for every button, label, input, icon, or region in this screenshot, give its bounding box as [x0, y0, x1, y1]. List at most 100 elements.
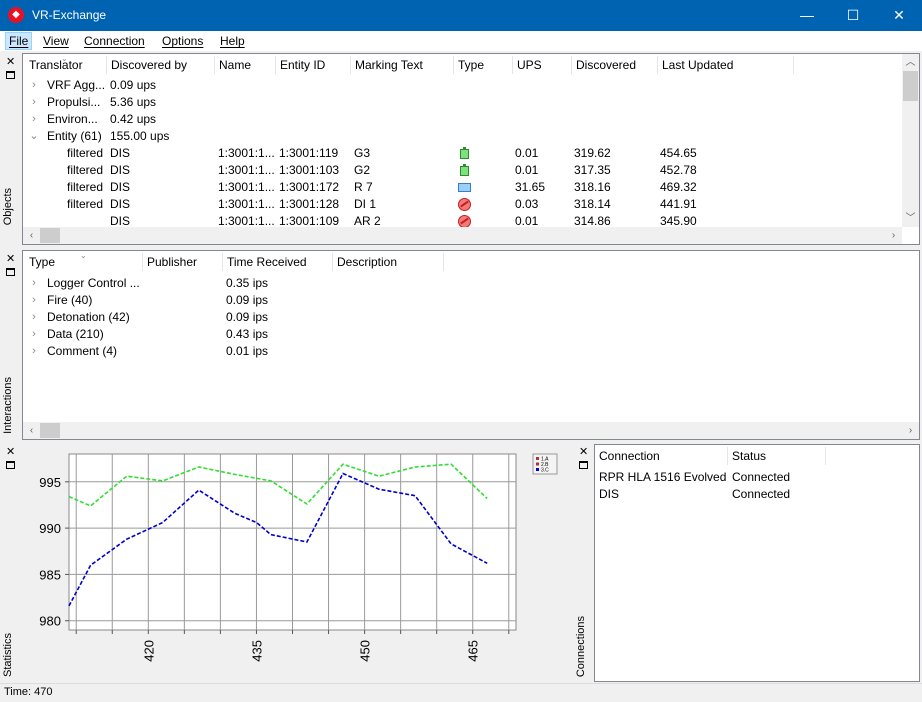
col-last-updated[interactable]: Last Updated [658, 54, 733, 76]
pin-connections-panel-icon[interactable] [579, 461, 588, 469]
menu-view[interactable]: View [43, 34, 69, 48]
row-entity-id: 1:3001:128 [279, 197, 340, 211]
column-divider[interactable] [825, 447, 826, 465]
col-marking-text[interactable]: Marking Text [351, 54, 423, 76]
chevron-right-icon[interactable]: › [29, 326, 39, 343]
close-statistics-panel-icon[interactable]: ✕ [6, 445, 15, 458]
group-label: Environ... [47, 112, 98, 126]
sort-indicator-icon: ⌄ [80, 251, 87, 260]
scroll-left-icon[interactable]: ‹ [23, 422, 40, 439]
column-divider[interactable] [443, 253, 444, 271]
chevron-right-icon[interactable]: › [29, 275, 39, 292]
row-ups: 0.01 [515, 163, 539, 177]
row-translator: filtered [67, 197, 104, 211]
scroll-left-icon[interactable]: ‹ [23, 227, 40, 244]
chart-legend-swatch [536, 457, 539, 460]
scroll-right-icon[interactable]: › [902, 422, 919, 439]
row-name: 1:3001:1... [218, 146, 275, 160]
col-name[interactable]: Name [215, 54, 251, 76]
col-ups[interactable]: UPS [513, 54, 542, 76]
minimize-button[interactable]: — [784, 0, 830, 31]
pin-statistics-panel-icon[interactable] [6, 461, 15, 469]
group-label: Entity (61) [47, 129, 102, 143]
col-type[interactable]: Type [25, 251, 55, 273]
chevron-right-icon[interactable]: › [29, 111, 39, 128]
col-discovered[interactable]: Discovered [572, 54, 636, 76]
chevron-down-icon[interactable]: ⌄ [29, 128, 39, 145]
col-connection[interactable]: Connection [595, 445, 660, 467]
row-name: 1:3001:1... [218, 197, 275, 211]
chevron-right-icon[interactable]: › [29, 94, 39, 111]
col-translator[interactable]: Translator [25, 54, 83, 76]
scrollbar-thumb[interactable] [40, 228, 60, 243]
menu-bar: File View Connection Options Help [0, 31, 922, 52]
interaction-type: Comment (4) [47, 344, 118, 358]
interaction-rate: 0.35 ips [226, 276, 269, 290]
close-connections-panel-icon[interactable]: ✕ [579, 445, 588, 458]
row-entity-id: 1:3001:103 [279, 163, 340, 177]
col-type[interactable]: Type [454, 54, 484, 76]
objects-panel-label: Objects [2, 187, 14, 225]
group-label: Propulsi... [47, 95, 101, 109]
group-rate: 0.09 ups [110, 78, 157, 92]
row-entity-id: 1:3001:172 [279, 180, 340, 194]
row-discovered-by: DIS [110, 197, 131, 211]
chevron-right-icon[interactable]: › [29, 77, 39, 94]
col-publisher[interactable]: Publisher [143, 251, 197, 273]
maximize-button[interactable]: ☐ [830, 0, 876, 31]
menu-connection[interactable]: Connection [84, 34, 145, 48]
col-discovered-by[interactable]: Discovered by [107, 54, 187, 76]
col-status[interactable]: Status [728, 445, 766, 467]
chart-x-tick-label: 465 [466, 640, 481, 662]
pin-interactions-panel-icon[interactable] [6, 268, 15, 276]
row-marking: DI 1 [354, 197, 377, 211]
row-last-updated: 454.65 [660, 146, 697, 160]
row-translator: filtered [67, 180, 104, 194]
chevron-right-icon[interactable]: › [29, 343, 39, 360]
close-objects-panel-icon[interactable]: ✕ [6, 55, 15, 68]
scrollbar-thumb[interactable] [40, 423, 60, 438]
menu-options[interactable]: Options [162, 34, 203, 48]
close-button[interactable]: ✕ [876, 0, 922, 31]
row-discovered-by: DIS [110, 180, 131, 194]
close-interactions-panel-icon[interactable]: ✕ [6, 252, 15, 265]
row-discovered: 318.16 [574, 180, 611, 194]
row-marking: G2 [354, 163, 371, 177]
interactions-horizontal-scrollbar[interactable]: ‹ › [23, 422, 919, 439]
col-time-received[interactable]: Time Received [223, 251, 307, 273]
col-entity-id[interactable]: Entity ID [276, 54, 325, 76]
chevron-right-icon[interactable]: › [29, 292, 39, 309]
scroll-right-icon[interactable]: › [885, 227, 902, 244]
row-discovered-by: DIS [110, 163, 131, 177]
connection-name: DIS [599, 487, 620, 501]
interaction-rate: 0.09 ips [226, 310, 269, 324]
row-last-updated: 441.91 [660, 197, 697, 211]
objects-vertical-scrollbar[interactable]: ︿ ﹀ [902, 54, 919, 227]
chart-y-tick-label: 980 [39, 614, 61, 629]
window-title: VR-Exchange [32, 8, 107, 22]
scrollbar-thumb[interactable] [903, 71, 918, 101]
column-divider[interactable] [793, 56, 794, 74]
scroll-down-icon[interactable]: ﹀ [902, 210, 919, 227]
row-ups: 0.01 [515, 146, 539, 160]
menu-help[interactable]: Help [220, 34, 245, 48]
menu-file[interactable]: File [5, 32, 33, 50]
chart-legend-swatch [536, 462, 539, 466]
interaction-type: Data (210) [47, 327, 104, 341]
chevron-right-icon[interactable]: › [29, 309, 39, 326]
scroll-up-icon[interactable]: ︿ [902, 54, 919, 71]
col-description[interactable]: Description [333, 251, 397, 273]
pin-objects-panel-icon[interactable] [6, 71, 15, 79]
objects-horizontal-scrollbar[interactable]: ‹ › [23, 227, 902, 244]
mail-icon [458, 183, 471, 192]
interaction-type: Logger Control ... [47, 276, 140, 290]
ok-icon [460, 147, 469, 159]
row-last-updated: 469.32 [660, 180, 697, 194]
group-label: VRF Agg... [47, 78, 105, 92]
statistics-chart: 980 985 990 995 420 435 450 465 1.A 2.B 3.C [21, 442, 571, 683]
chart-legend-label: 3.C [541, 468, 549, 474]
row-ups: 31.65 [515, 180, 546, 194]
row-last-updated: 452.78 [660, 163, 697, 177]
app-logo-icon: ◆ [8, 7, 24, 23]
row-discovered: 317.35 [574, 163, 611, 177]
